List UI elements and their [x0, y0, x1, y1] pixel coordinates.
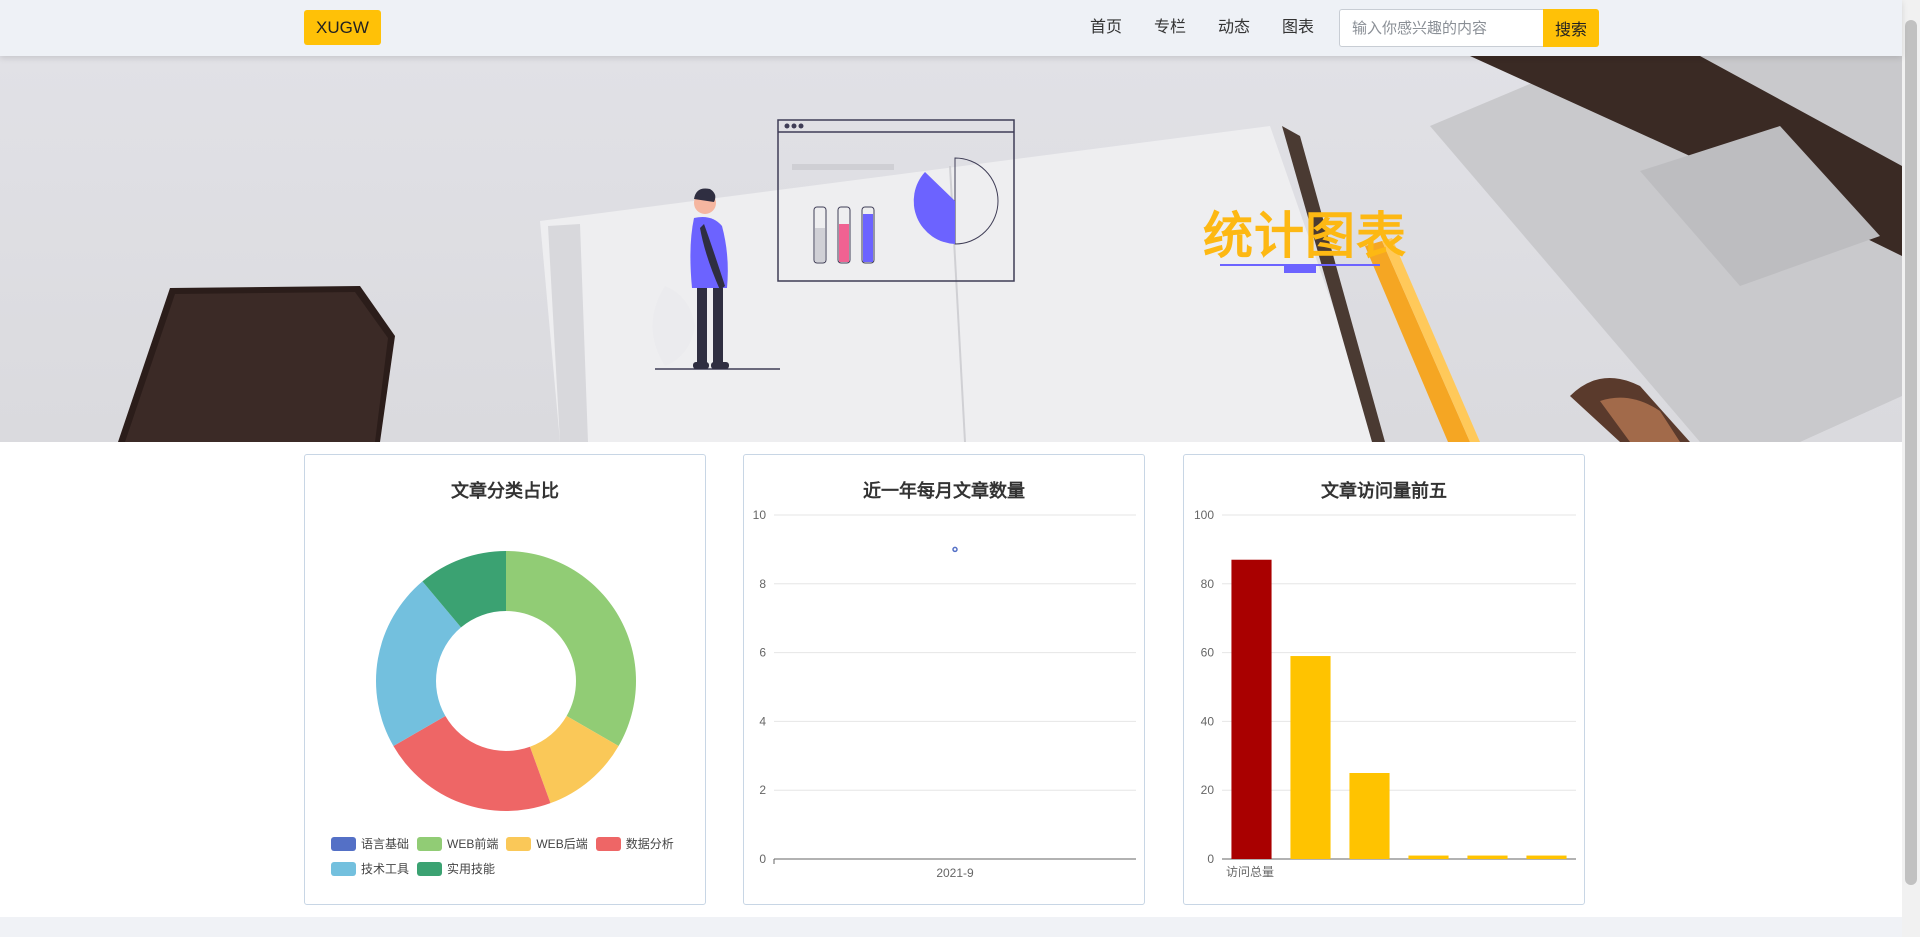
bar[interactable] [1290, 656, 1331, 859]
search-button[interactable]: 搜索 [1543, 9, 1599, 47]
nav-link-feed[interactable]: 动态 [1218, 0, 1250, 56]
legend-label: 数据分析 [625, 837, 674, 851]
nav-links: 首页 专栏 动态 图表 [1090, 0, 1346, 56]
search-input[interactable] [1339, 9, 1543, 47]
y-tick-label: 0 [759, 852, 766, 866]
y-tick-label: 80 [1201, 577, 1215, 591]
legend-swatch [331, 836, 356, 851]
legend-label: WEB后端 [536, 837, 588, 851]
pie-slice[interactable] [506, 551, 636, 746]
y-tick-label: 0 [1207, 852, 1214, 866]
bar[interactable] [1408, 855, 1449, 859]
legend-swatch [595, 836, 621, 851]
search-form: 搜索 [1339, 9, 1599, 47]
y-tick-label: 8 [759, 577, 766, 591]
top-views-chart: 0 20 40 60 80 100 访问总量 [1194, 508, 1576, 879]
y-tick-label: 20 [1201, 783, 1215, 797]
x-tick-label: 访问总量 [1226, 865, 1274, 879]
legend-label: 技术工具 [361, 862, 410, 876]
y-tick-label: 2 [759, 783, 766, 797]
monthly-articles-chart: 0 2 4 6 8 10 2021-9 [753, 508, 1136, 880]
nav-link-columns[interactable]: 专栏 [1154, 0, 1186, 56]
y-tick-label: 100 [1194, 508, 1214, 522]
legend-label: 语言基础 [361, 837, 410, 851]
legend-item[interactable]: WEB前端 [417, 835, 498, 852]
y-tick-label: 4 [759, 714, 766, 728]
monthly-articles-card: 近一年每月文章数量 0 2 4 6 8 10 2021-9 [743, 454, 1145, 905]
legend-label: 实用技能 [447, 862, 496, 876]
legend-swatch [417, 861, 443, 876]
charts-section: 文章分类占比 语言基础 WEB前端 WEB后端 数据分析 技术工具 实用技能 近一年每月文… [0, 442, 1902, 917]
legend-item[interactable]: WEB后端 [506, 835, 588, 852]
bar[interactable] [1526, 855, 1567, 859]
bar[interactable] [1467, 855, 1508, 859]
legend-swatch [331, 861, 356, 876]
legend-item[interactable]: 数据分析 [595, 835, 674, 852]
y-tick-label: 40 [1201, 714, 1215, 728]
top-navbar: XUGW 首页 专栏 动态 图表 搜索 [0, 0, 1902, 56]
brand-logo[interactable]: XUGW [304, 10, 381, 45]
scrollbar-thumb[interactable] [1905, 20, 1917, 885]
nav-link-home[interactable]: 首页 [1090, 0, 1122, 56]
hero-title: 统计图表 [1203, 208, 1407, 264]
legend-label: WEB前端 [447, 837, 499, 851]
pie-legend: 语言基础 WEB前端 WEB后端 数据分析技术工具 实用技能 [331, 835, 691, 885]
legend-item[interactable]: 技术工具 [331, 860, 409, 877]
y-tick-label: 60 [1201, 646, 1215, 660]
bar[interactable] [1231, 559, 1272, 859]
nav-link-charts[interactable]: 图表 [1282, 0, 1314, 56]
y-tick-label: 10 [753, 508, 767, 522]
category-pie-card: 文章分类占比 语言基础 WEB前端 WEB后端 数据分析 技术工具 实用技能 [304, 454, 706, 905]
x-tick-label: 2021-9 [936, 866, 974, 880]
legend-item[interactable]: 实用技能 [417, 860, 495, 877]
legend-swatch [417, 836, 443, 851]
top-views-card: 文章访问量前五 0 20 40 60 80 100 访问总量 [1183, 454, 1585, 905]
line-point[interactable] [952, 546, 958, 553]
hero-banner: 统计图表 [0, 56, 1902, 442]
hero-title-accent [1284, 264, 1316, 273]
y-tick-label: 6 [759, 646, 766, 660]
legend-item[interactable]: 语言基础 [331, 835, 409, 852]
legend-swatch [506, 836, 532, 851]
hero-background-illustration [118, 56, 1902, 442]
page-scrollbar[interactable] [1902, 0, 1920, 937]
bar[interactable] [1349, 773, 1390, 859]
